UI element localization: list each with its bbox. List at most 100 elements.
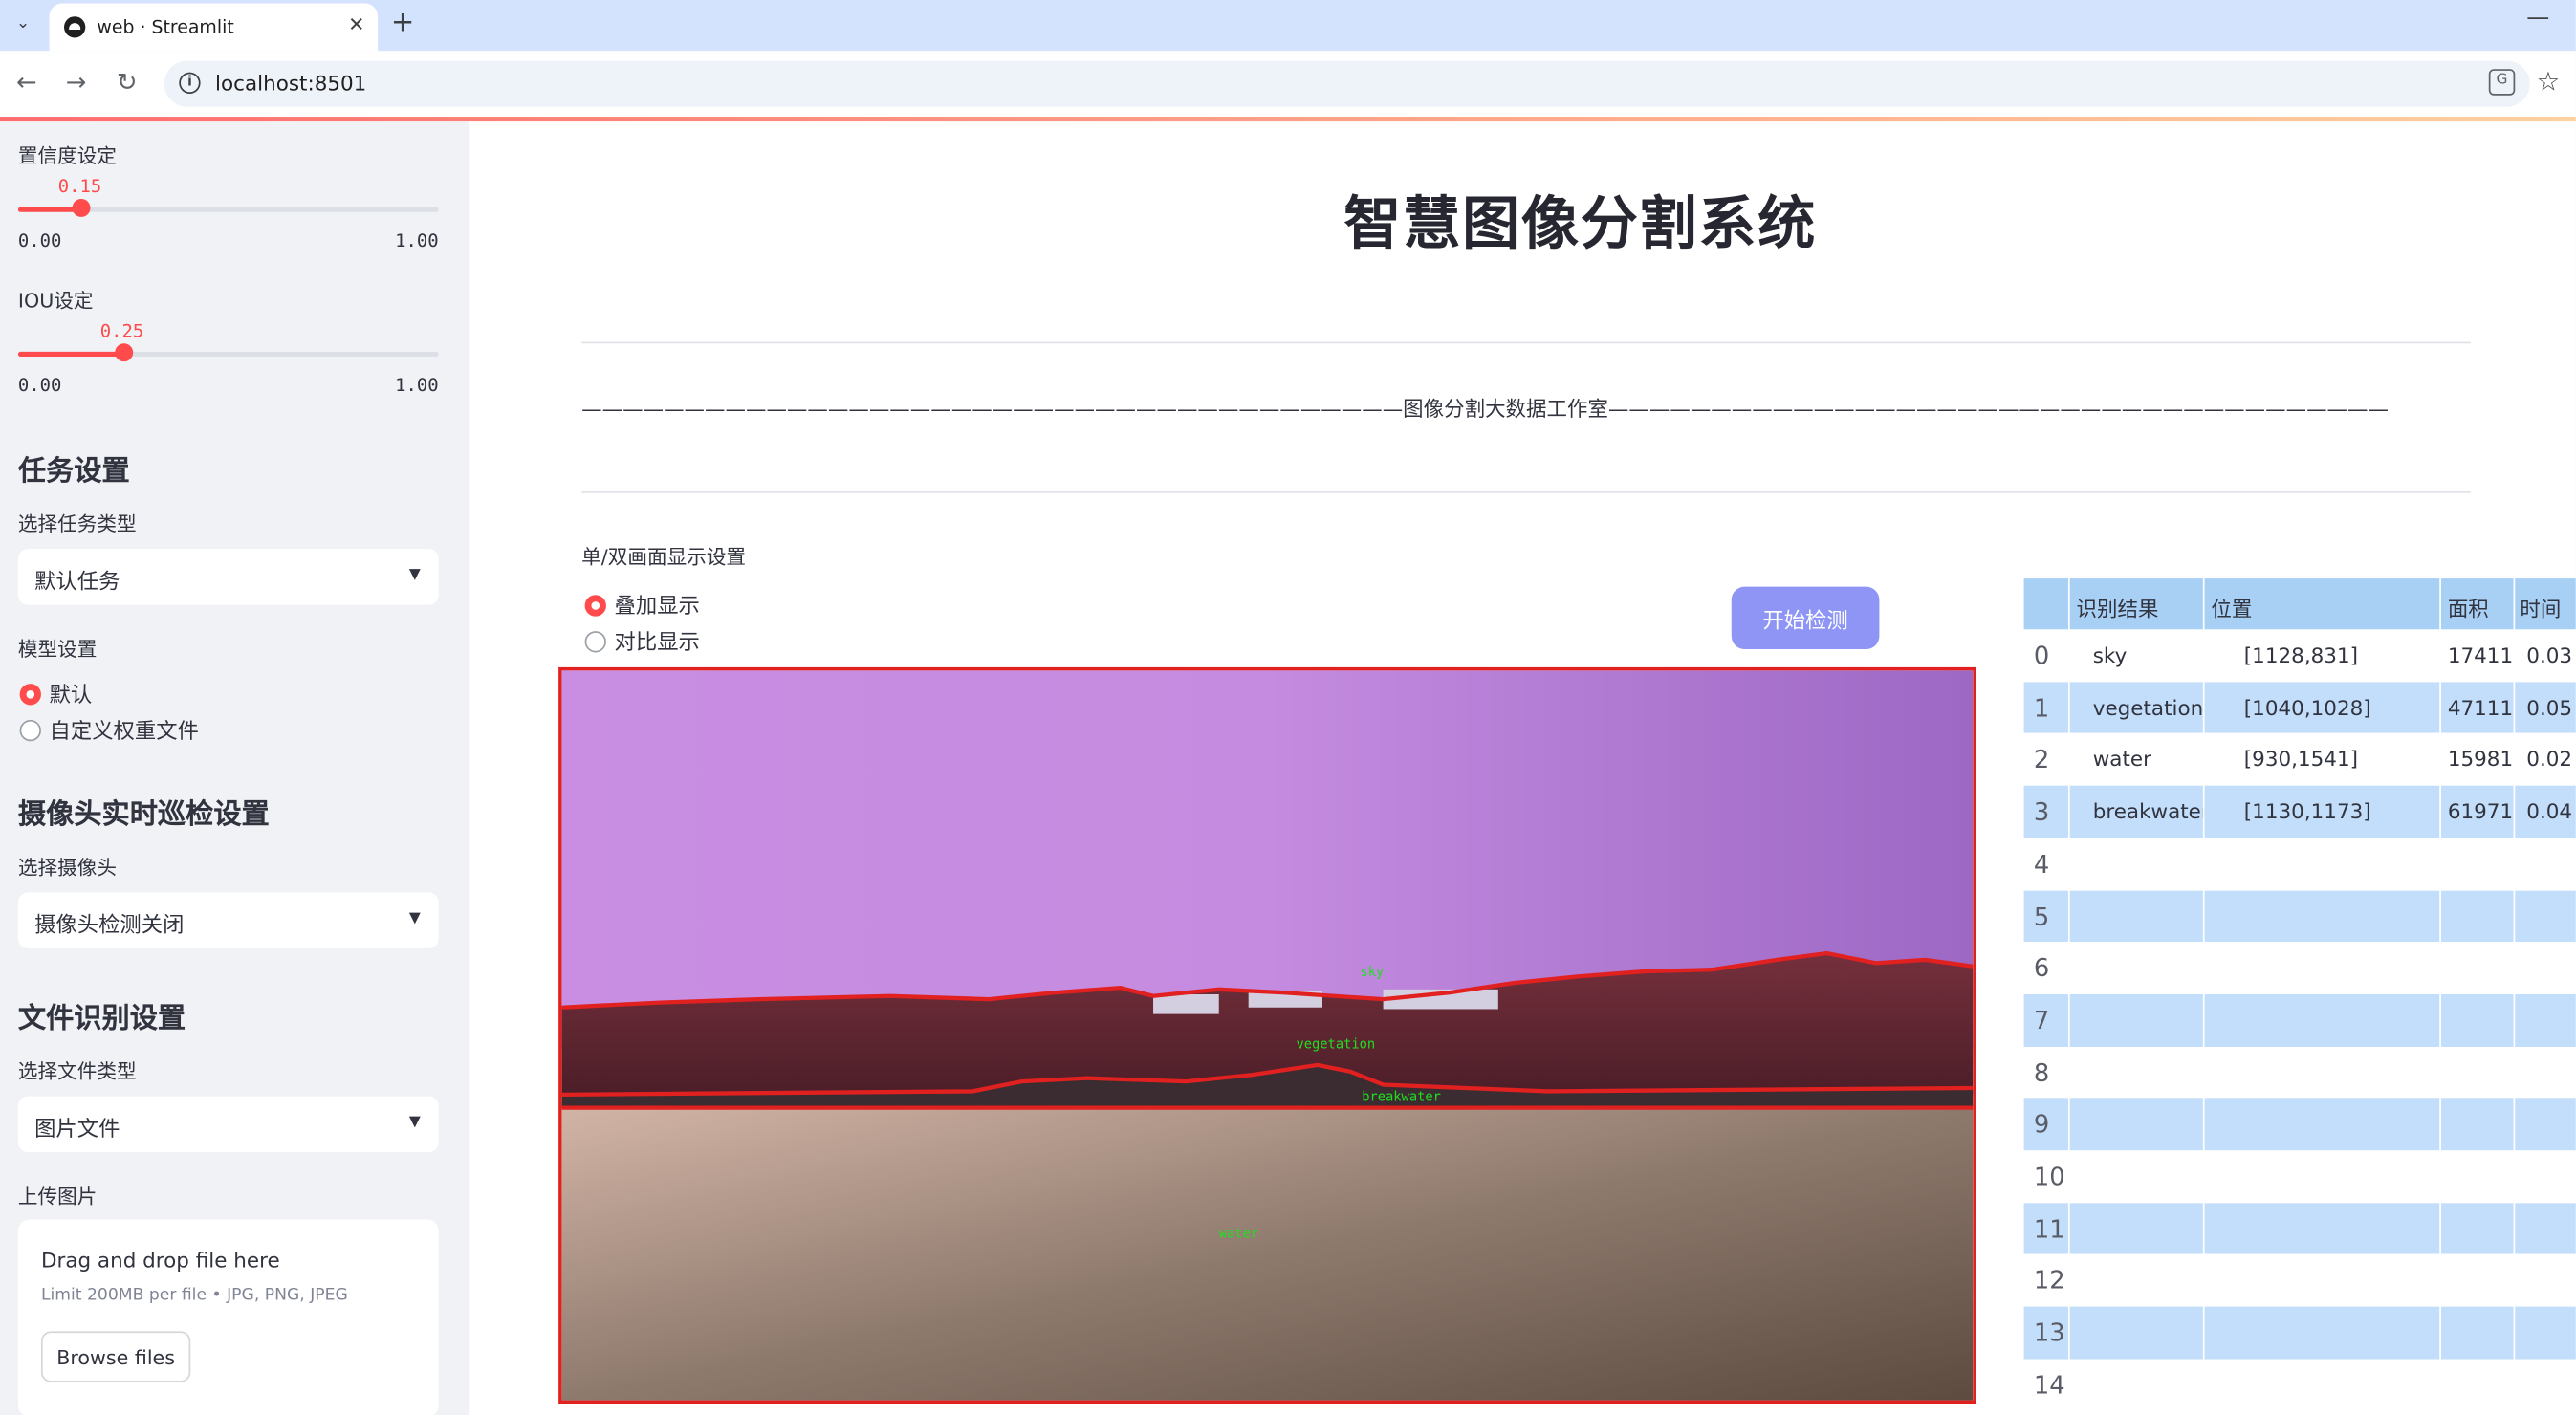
cell-result — [2093, 1307, 2205, 1359]
divider — [581, 341, 2471, 344]
banner-text: ————————————————————————————————————————… — [581, 396, 2389, 422]
radio-empty-icon[interactable] — [584, 631, 606, 653]
info-icon[interactable]: i — [179, 72, 201, 94]
camera-select[interactable]: 摄像头检测关闭 ▼ — [17, 892, 439, 948]
star-icon[interactable]: ☆ — [2537, 66, 2561, 98]
header-time[interactable]: 时间 — [2520, 578, 2575, 629]
cell-position — [2244, 838, 2438, 889]
cell-area — [2448, 1046, 2514, 1098]
cell-result — [2093, 1046, 2205, 1098]
table-row[interactable]: 10 — [2023, 1150, 2576, 1203]
file-heading: 文件识别设置 — [17, 1002, 186, 1035]
table-row[interactable]: 0 sky [1128,831] 1741130 0.03 — [2023, 629, 2576, 682]
main-content: 智慧图像分割系统 ———————————————————————————————… — [469, 121, 2576, 1415]
browse-files-button[interactable]: Browse files — [40, 1331, 191, 1382]
cell-time — [2526, 1359, 2576, 1410]
table-row[interactable]: 7 — [2023, 993, 2576, 1047]
confidence-slider[interactable]: 0.15 0.00 1.00 — [17, 176, 439, 258]
cell-area — [2448, 1254, 2514, 1306]
back-arrow-icon[interactable]: ← — [16, 67, 37, 97]
radio-label: 默认 — [49, 684, 93, 708]
row-index: 8 — [2033, 1057, 2050, 1088]
row-index: 14 — [2033, 1370, 2065, 1401]
table-header: 识别结果 位置 面积 时间 — [2023, 578, 2576, 630]
radio-empty-icon[interactable] — [19, 719, 41, 742]
upload-label: 上传图片 — [17, 1185, 98, 1208]
row-index: 2 — [2033, 745, 2050, 775]
address-bar[interactable]: i localhost:8501 — [164, 60, 2530, 107]
forward-arrow-icon[interactable]: → — [66, 67, 87, 97]
cell-position: [1040,1028] — [2243, 694, 2371, 720]
cell-position: [1128,831] — [2243, 642, 2359, 667]
slider-fill — [17, 351, 123, 358]
table-row[interactable]: 3 breakwater [1130,1173] 61971 0.04 — [2023, 785, 2576, 838]
sidebar: 置信度设定 0.15 0.00 1.00 IOU设定 0.25 0.00 1.0… — [0, 121, 470, 1415]
task-type-select[interactable]: 默认任务 ▼ — [17, 549, 439, 605]
browser-tab[interactable]: web · Streamlit ✕ — [49, 3, 379, 52]
cell-position: [1130,1173] — [2243, 798, 2371, 824]
radio-selected-icon[interactable] — [584, 595, 606, 617]
translate-icon[interactable]: G — [2488, 69, 2516, 96]
table-row[interactable]: 11 — [2023, 1202, 2576, 1255]
file-type-select[interactable]: 图片文件 ▼ — [17, 1096, 439, 1153]
cell-area — [2448, 1150, 2514, 1202]
row-index: 0 — [2033, 641, 2050, 671]
table-row[interactable]: 5 — [2023, 889, 2576, 943]
table-row[interactable]: 12 — [2023, 1254, 2576, 1307]
file-type-label: 选择文件类型 — [17, 1059, 137, 1083]
table-row[interactable]: 4 — [2023, 838, 2576, 890]
table-row[interactable]: 1 vegetation [1040,1028] 471110 0.05 — [2023, 681, 2576, 734]
reload-icon[interactable]: ↻ — [117, 67, 138, 97]
header-position[interactable]: 位置 — [2211, 578, 2441, 629]
iou-slider[interactable]: 0.25 0.00 1.00 — [17, 320, 439, 403]
row-index: 5 — [2033, 901, 2050, 931]
camera-label: 选择摄像头 — [17, 856, 118, 880]
display-mode-label: 单/双画面显示设置 — [581, 545, 747, 569]
cell-position — [2244, 890, 2438, 942]
browser-tab-bar: ⌄ web · Streamlit ✕ + — — [0, 0, 2576, 52]
start-detection-button[interactable]: 开始检测 — [1731, 586, 1880, 650]
model-label: 模型设置 — [17, 637, 98, 662]
slider-thumb[interactable] — [115, 343, 134, 362]
display-radio-compare[interactable]: 对比显示 — [584, 624, 700, 656]
table-row[interactable]: 2 water [930,1541] 1598150 0.02 — [2023, 733, 2576, 786]
table-row[interactable]: 6 — [2023, 942, 2576, 994]
chevron-down-icon[interactable]: ⌄ — [7, 9, 39, 41]
cell-position — [2244, 1150, 2438, 1202]
cell-position — [2244, 1359, 2438, 1410]
table-row[interactable]: 14 — [2023, 1359, 2576, 1411]
file-dropzone[interactable]: Drag and drop file here Limit 200MB per … — [17, 1219, 439, 1415]
table-row[interactable]: 8 — [2023, 1046, 2576, 1099]
radio-selected-icon[interactable] — [19, 684, 41, 706]
cell-result — [2093, 1254, 2205, 1306]
close-icon[interactable]: ✕ — [348, 13, 364, 36]
divider — [581, 490, 2471, 493]
slider-thumb[interactable] — [73, 198, 92, 217]
minimize-icon[interactable]: — — [2526, 5, 2549, 32]
cell-position — [2244, 1254, 2438, 1306]
upload-title: Drag and drop file here — [40, 1247, 280, 1273]
plus-icon[interactable]: + — [391, 7, 414, 39]
cell-area — [2448, 1099, 2514, 1150]
cell-time — [2526, 1150, 2576, 1202]
model-radio-custom[interactable]: 自定义权重文件 — [19, 713, 199, 745]
building — [1153, 993, 1219, 1014]
model-radio-default[interactable]: 默认 — [19, 677, 93, 708]
iou-label: IOU设定 — [17, 289, 94, 313]
file-type-value: 图片文件 — [34, 1117, 120, 1143]
table-row[interactable]: 9 — [2023, 1098, 2576, 1151]
table-row[interactable]: 13 — [2023, 1306, 2576, 1360]
browser-toolbar: ← → ↻ i localhost:8501 — [0, 51, 2576, 118]
cell-time — [2526, 1203, 2576, 1254]
header-area[interactable]: 面积 — [2448, 578, 2517, 629]
row-index: 13 — [2033, 1317, 2065, 1348]
cell-result: vegetation — [2092, 694, 2204, 720]
cell-area — [2448, 1203, 2514, 1254]
column-divider — [2202, 578, 2205, 1415]
header-result[interactable]: 识别结果 — [2077, 578, 2208, 629]
results-table[interactable]: 识别结果 位置 面积 时间 0 sky [1128,831] 1741130 0.03 1… — [2023, 578, 2576, 1415]
cell-result — [2093, 942, 2205, 993]
cell-time — [2526, 1254, 2576, 1306]
display-radio-overlay[interactable]: 叠加显示 — [584, 588, 700, 620]
cell-result — [2093, 994, 2205, 1046]
